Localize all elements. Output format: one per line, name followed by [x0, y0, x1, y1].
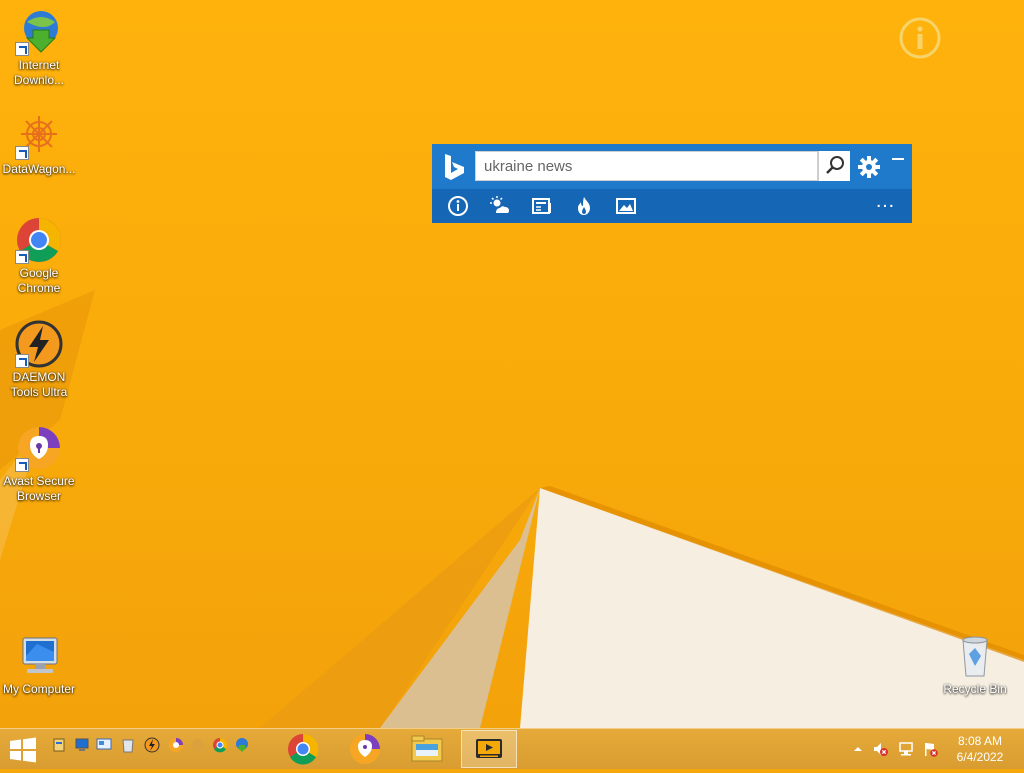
desktop-icon-label: DAEMON — [12, 370, 66, 384]
bing-desktop-bar: ukraine news … — [432, 144, 912, 223]
app-quick-icon[interactable] — [190, 737, 206, 753]
avast-secure-browser-icon — [15, 424, 63, 472]
desktop-icon-label: Chrome — [17, 281, 61, 295]
show-desktop-icon[interactable] — [52, 737, 68, 753]
desktop-icon-label: DataWagon... — [2, 162, 76, 176]
bing-logo-icon[interactable] — [442, 152, 468, 182]
desktop-icon-label: Internet — [18, 58, 60, 72]
desktop: Internet Downlo... DataWagon... Google C… — [0, 0, 1024, 728]
show-hidden-icons-icon[interactable] — [850, 741, 866, 757]
action-center-flag-icon[interactable] — [922, 741, 938, 757]
chrome-quick-icon[interactable] — [212, 737, 228, 753]
idm-quick-icon[interactable] — [234, 737, 250, 753]
volume-muted-icon[interactable] — [872, 741, 888, 757]
desktop-icon-google-chrome[interactable]: Google Chrome — [1, 216, 77, 296]
desktop-icon-datawagon[interactable]: DataWagon... — [1, 112, 77, 177]
system-clock[interactable]: 8:08 AM 6/4/2022 — [948, 733, 1012, 765]
desktop-icon-daemon-tools-ultra[interactable]: DAEMON Tools Ultra — [1, 320, 77, 400]
clock-date: 6/4/2022 — [956, 750, 1004, 764]
desktop-icon-label: Recycle Bin — [943, 682, 1007, 696]
desktop-icon-label: Avast Secure — [3, 474, 75, 488]
trending-icon[interactable] — [573, 195, 595, 217]
desktop-icon-label: My Computer — [2, 682, 76, 696]
clock-time: 8:08 AM — [957, 734, 1003, 748]
taskbar: 8:08 AM 6/4/2022 — [0, 728, 1024, 769]
datawagon-icon — [15, 112, 63, 160]
search-icon — [826, 156, 844, 174]
desktop-icon-label: Downlo... — [13, 73, 65, 87]
desktop-icon-label: Google — [19, 266, 59, 280]
desktop-icon-internet-download-manager[interactable]: Internet Downlo... — [1, 8, 77, 88]
avast-secure-browser-icon — [350, 734, 380, 764]
taskbar-chrome[interactable] — [275, 730, 331, 768]
desktop-icon-recycle-bin[interactable]: Recycle Bin — [937, 632, 1013, 697]
more-options-button[interactable]: … — [872, 191, 898, 217]
file-explorer-icon — [411, 735, 443, 762]
desktop-icon-avast-secure-browser[interactable]: Avast Secure Browser — [1, 424, 77, 504]
recycle-bin-icon — [951, 632, 999, 680]
minimize-button[interactable] — [892, 158, 904, 160]
info-icon[interactable] — [447, 195, 469, 217]
desktop-icon-label: Browser — [16, 489, 61, 503]
weather-icon[interactable] — [489, 195, 511, 217]
recycle-bin-quick-icon[interactable] — [120, 737, 136, 753]
desktop-icon-label: Tools Ultra — [10, 385, 68, 399]
daemon-tools-icon — [15, 320, 63, 368]
taskbar-media-player[interactable] — [461, 730, 517, 768]
chrome-icon — [15, 216, 63, 264]
chrome-icon — [288, 733, 319, 765]
bing-bar-toolbar: … — [432, 189, 912, 223]
media-player-icon — [476, 739, 502, 758]
desktop-icon-my-computer[interactable]: My Computer — [1, 632, 77, 697]
wallpaper — [0, 290, 1024, 728]
gear-icon[interactable] — [856, 154, 882, 180]
avast-quick-icon[interactable] — [168, 737, 184, 753]
start-button[interactable] — [8, 737, 38, 763]
daemon-tools-quick-icon[interactable] — [144, 737, 160, 753]
bing-bar-top: ukraine news — [432, 144, 912, 189]
taskbar-avast-secure-browser[interactable] — [337, 730, 393, 768]
network-quick-icon[interactable] — [96, 737, 112, 753]
network-icon[interactable] — [898, 741, 914, 757]
bing-search-button[interactable] — [818, 151, 850, 181]
news-icon[interactable] — [531, 195, 553, 217]
info-badge-icon[interactable] — [898, 16, 942, 60]
internet-download-manager-icon — [15, 8, 63, 56]
computer-quick-icon[interactable] — [74, 737, 90, 753]
bing-search-input[interactable]: ukraine news — [475, 151, 818, 181]
images-icon[interactable] — [615, 195, 637, 217]
my-computer-icon — [15, 632, 63, 680]
taskbar-file-explorer[interactable] — [399, 730, 455, 768]
